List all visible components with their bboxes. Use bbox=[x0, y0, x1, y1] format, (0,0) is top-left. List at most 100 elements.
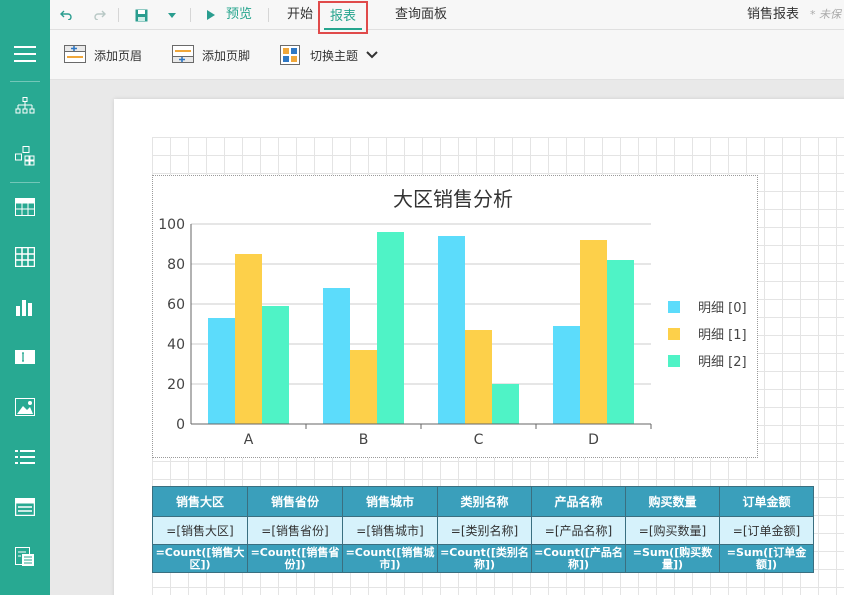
add-header-label: 添加页眉 bbox=[94, 48, 143, 63]
switch-theme-label: 切换主题 bbox=[310, 48, 359, 63]
legend-swatch bbox=[668, 301, 680, 313]
page-margin-top bbox=[114, 99, 844, 137]
bar-B-0 bbox=[323, 288, 350, 424]
tab-report-label: 报表 bbox=[330, 9, 357, 24]
tab-start[interactable]: 开始 bbox=[287, 0, 313, 30]
divider bbox=[268, 8, 269, 22]
bar-B-2 bbox=[377, 232, 404, 424]
active-tab-indicator bbox=[324, 28, 363, 30]
switch-theme-button[interactable]: 切换主题 bbox=[280, 42, 378, 68]
y-tick-label: 20 bbox=[167, 377, 185, 393]
ribbon: 添加页眉 添加页脚 切换主题 bbox=[50, 30, 844, 80]
table-aggregate-cell[interactable]: =Count([销售省份]) bbox=[247, 544, 343, 573]
legend-label: 明细 [1] bbox=[698, 328, 747, 343]
add-header-icon bbox=[64, 45, 86, 65]
table-detail-cell[interactable]: =[类别名称] bbox=[437, 516, 532, 545]
play-icon[interactable] bbox=[203, 7, 219, 23]
y-tick-label: 80 bbox=[167, 257, 185, 273]
bar-A-1 bbox=[235, 254, 262, 424]
table-header-cell[interactable]: 订单金额 bbox=[719, 486, 814, 517]
chevron-down-icon bbox=[366, 48, 378, 62]
bar-A-2 bbox=[262, 306, 289, 424]
table-aggregate-cell[interactable]: =Count([类别名称]) bbox=[437, 544, 532, 573]
container-icon[interactable] bbox=[0, 487, 50, 527]
list-icon[interactable] bbox=[0, 437, 50, 477]
report-table[interactable]: 销售大区 销售省份 销售城市 类别名称 产品名称 购买数量 订单金额 =[销售大区] =[销售… bbox=[152, 486, 814, 573]
table-aggregate-cell[interactable]: =Count([销售大区]) bbox=[152, 544, 248, 573]
undo-icon[interactable] bbox=[58, 7, 74, 23]
table-detail-cell[interactable]: =[购买数量] bbox=[625, 516, 720, 545]
add-footer-icon bbox=[172, 45, 194, 65]
bar-A-0 bbox=[208, 318, 235, 424]
table-aggregate-row: =Count([销售大区]) =Count([销售省份]) =Count([销售城市… bbox=[152, 544, 814, 573]
add-footer-button[interactable]: 添加页脚 bbox=[172, 42, 250, 68]
table-header-row: 销售大区 销售省份 销售城市 类别名称 产品名称 购买数量 订单金额 bbox=[152, 486, 814, 517]
tab-query-panel[interactable]: 查询面板 bbox=[395, 0, 447, 30]
y-tick-label: 100 bbox=[158, 217, 185, 233]
bar-D-1 bbox=[580, 240, 607, 424]
table-detail-row: =[销售大区] =[销售省份] =[销售城市] =[类别名称] =[产品名称] =[购买数… bbox=[152, 516, 814, 545]
legend-label: 明细 [2] bbox=[698, 355, 747, 370]
table-detail-cell[interactable]: =[产品名称] bbox=[531, 516, 626, 545]
x-tick-label: D bbox=[588, 432, 599, 448]
divider bbox=[10, 81, 40, 82]
top-toolbar: 预览 开始 报表 查询面板 销售报表 * 未保 bbox=[0, 0, 844, 34]
legend-label: 明细 [0] bbox=[698, 301, 747, 316]
subreport-icon[interactable] bbox=[0, 537, 50, 577]
dataset-icon[interactable] bbox=[0, 136, 50, 176]
table-aggregate-cell[interactable]: =Count([销售城市]) bbox=[342, 544, 438, 573]
add-header-button[interactable]: 添加页眉 bbox=[64, 42, 142, 68]
x-tick-label: A bbox=[244, 432, 254, 448]
grid-icon[interactable] bbox=[0, 237, 50, 277]
chart-icon[interactable] bbox=[0, 287, 50, 327]
table-header-cell[interactable]: 产品名称 bbox=[531, 486, 626, 517]
menu-icon[interactable] bbox=[0, 34, 50, 74]
table-icon[interactable] bbox=[0, 187, 50, 227]
table-detail-cell[interactable]: =[订单金额] bbox=[719, 516, 814, 545]
table-detail-cell[interactable]: =[销售城市] bbox=[342, 516, 438, 545]
chart-title: 大区销售分析 bbox=[393, 187, 513, 211]
redo-icon[interactable] bbox=[92, 7, 108, 23]
table-aggregate-cell[interactable]: =Sum([订单金额]) bbox=[719, 544, 814, 573]
bar-C-2 bbox=[492, 384, 519, 424]
table-header-cell[interactable]: 销售省份 bbox=[247, 486, 343, 517]
data-source-icon[interactable] bbox=[0, 86, 50, 126]
y-tick-label: 40 bbox=[167, 337, 185, 353]
save-icon[interactable] bbox=[133, 7, 149, 23]
bar-D-0 bbox=[553, 326, 580, 424]
bar-B-1 bbox=[350, 350, 377, 424]
unsaved-indicator: * 未保 bbox=[810, 8, 841, 21]
chart: 0 20 40 60 80 100 A B C D 明细 [0] 明细 [1] 明细 [2] 大区销售… bbox=[158, 187, 747, 448]
table-aggregate-cell[interactable]: =Sum([购买数量]) bbox=[625, 544, 720, 573]
table-detail-cell[interactable]: =[销售省份] bbox=[247, 516, 343, 545]
bar-D-2 bbox=[607, 260, 634, 424]
x-tick-label: B bbox=[359, 432, 369, 448]
divider bbox=[190, 8, 191, 22]
sidebar bbox=[0, 30, 50, 595]
divider bbox=[118, 8, 119, 22]
save-dropdown-icon[interactable] bbox=[164, 7, 180, 23]
legend-swatch bbox=[668, 328, 680, 340]
bar-C-1 bbox=[465, 330, 492, 424]
page-margin-left bbox=[114, 99, 152, 595]
legend-swatch bbox=[668, 355, 680, 367]
table-header-cell[interactable]: 销售城市 bbox=[342, 486, 438, 517]
chart-control[interactable]: 0 20 40 60 80 100 A B C D 明细 [0] 明细 [1] 明细 [2] 大区销售… bbox=[152, 175, 758, 458]
table-detail-cell[interactable]: =[销售大区] bbox=[152, 516, 248, 545]
x-tick-label: C bbox=[474, 432, 484, 448]
image-icon[interactable] bbox=[0, 387, 50, 427]
preview-button[interactable]: 预览 bbox=[226, 0, 252, 30]
document-title: 销售报表 bbox=[747, 7, 800, 22]
add-footer-label: 添加页脚 bbox=[202, 48, 251, 63]
table-header-cell[interactable]: 销售大区 bbox=[152, 486, 248, 517]
table-header-cell[interactable]: 购买数量 bbox=[625, 486, 720, 517]
table-aggregate-cell[interactable]: =Count([产品名称]) bbox=[531, 544, 626, 573]
bar-C-0 bbox=[438, 236, 465, 424]
sidebar-header bbox=[0, 0, 50, 30]
y-tick-label: 60 bbox=[167, 297, 185, 313]
divider bbox=[10, 182, 40, 183]
tab-report[interactable]: 报表 bbox=[318, 1, 369, 34]
textbox-icon[interactable] bbox=[0, 337, 50, 377]
table-header-cell[interactable]: 类别名称 bbox=[437, 486, 532, 517]
y-tick-label: 0 bbox=[176, 417, 185, 433]
